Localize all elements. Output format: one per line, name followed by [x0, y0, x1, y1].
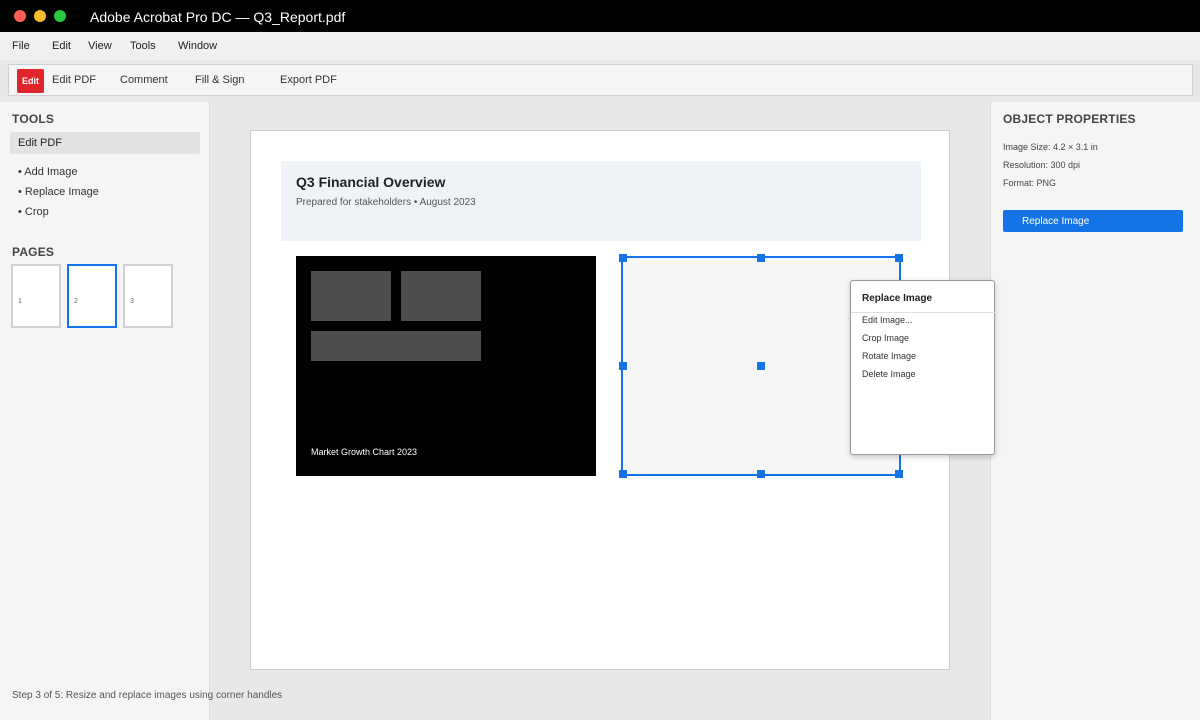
- resize-handle-bottom[interactable]: [757, 470, 765, 478]
- toolbar-comment[interactable]: Comment: [120, 74, 168, 86]
- object-properties-heading: OBJECT PROPERTIES: [1003, 112, 1136, 126]
- image-size-value: Image Size: 4.2 × 3.1 in: [1003, 142, 1098, 152]
- minimize-window-button[interactable]: [34, 10, 46, 22]
- context-menu-divider: [851, 312, 996, 313]
- menu-item-rotate-image[interactable]: Rotate Image: [862, 351, 916, 361]
- step-instruction: Step 3 of 5: Resize and replace images u…: [12, 690, 283, 701]
- menu-tools[interactable]: Tools: [130, 40, 156, 52]
- tool-replace-image[interactable]: • Replace Image: [18, 186, 99, 198]
- title-bar: Adobe Acrobat Pro DC — Q3_Report.pdf: [0, 0, 1200, 32]
- tools-heading: TOOLS: [12, 112, 55, 126]
- close-window-button[interactable]: [14, 10, 26, 22]
- resolution-value: Resolution: 300 dpi: [1003, 160, 1081, 170]
- market-growth-image[interactable]: Market Growth Chart 2023: [296, 256, 596, 476]
- toolbar-fill-sign[interactable]: Fill & Sign: [195, 74, 245, 86]
- document-page: Q3 Financial Overview Prepared for stake…: [250, 130, 950, 670]
- menu-edit[interactable]: Edit: [52, 40, 71, 52]
- move-handle-center[interactable]: [757, 362, 765, 370]
- menu-view[interactable]: View: [88, 40, 112, 52]
- page-number: 2: [74, 298, 78, 305]
- image-block: [311, 271, 391, 321]
- window-title: Adobe Acrobat Pro DC — Q3_Report.pdf: [90, 9, 346, 25]
- toolbar-export-pdf[interactable]: Export PDF: [280, 74, 337, 86]
- page-thumbnail-2[interactable]: 2: [67, 264, 117, 328]
- tool-edit-pdf[interactable]: Edit PDF: [10, 132, 200, 154]
- toolbar: Edit Edit PDF Comment Fill & Sign Export…: [8, 64, 1193, 96]
- object-properties-panel: OBJECT PROPERTIES Image Size: 4.2 × 3.1 …: [990, 102, 1200, 720]
- tool-add-image[interactable]: • Add Image: [18, 166, 78, 178]
- page-thumbnail-1[interactable]: 1: [11, 264, 61, 328]
- resize-handle-top-right[interactable]: [895, 254, 903, 262]
- zoom-window-button[interactable]: [54, 10, 66, 22]
- menu-bar: File Edit View Tools Window: [0, 32, 1200, 60]
- resize-handle-top-left[interactable]: [619, 254, 627, 262]
- edit-badge-button[interactable]: Edit: [17, 69, 44, 93]
- tool-crop[interactable]: • Crop: [18, 206, 49, 218]
- resize-handle-bottom-right[interactable]: [895, 470, 903, 478]
- resize-handle-bottom-left[interactable]: [619, 470, 627, 478]
- page-number: 3: [130, 298, 134, 305]
- replace-image-button[interactable]: Replace Image: [1003, 210, 1183, 232]
- context-menu-title: Replace Image: [862, 293, 933, 304]
- page-thumbnail-3[interactable]: 3: [123, 264, 173, 328]
- image-block: [401, 271, 481, 321]
- page-number: 1: [18, 298, 22, 305]
- menu-item-crop-image[interactable]: Crop Image: [862, 333, 909, 343]
- image-block: [311, 331, 481, 361]
- format-value: Format: PNG: [1003, 178, 1057, 188]
- document-subtitle[interactable]: Prepared for stakeholders • August 2023: [296, 197, 476, 208]
- resize-handle-left[interactable]: [619, 362, 627, 370]
- menu-item-delete-image[interactable]: Delete Image: [862, 369, 916, 379]
- menu-window[interactable]: Window: [178, 40, 217, 52]
- menu-file[interactable]: File: [12, 40, 30, 52]
- resize-handle-top[interactable]: [757, 254, 765, 262]
- replace-image-context-menu: Replace Image Edit Image... Crop Image R…: [850, 280, 996, 455]
- left-panel: TOOLS Edit PDF • Add Image • Replace Ima…: [0, 102, 210, 720]
- document-title[interactable]: Q3 Financial Overview: [296, 174, 445, 190]
- toolbar-edit-pdf[interactable]: Edit PDF: [52, 74, 96, 86]
- document-header[interactable]: Q3 Financial Overview Prepared for stake…: [281, 161, 921, 241]
- menu-item-edit-image[interactable]: Edit Image...: [862, 315, 913, 325]
- image-caption: Market Growth Chart 2023: [311, 447, 418, 457]
- pages-heading: PAGES: [12, 245, 55, 259]
